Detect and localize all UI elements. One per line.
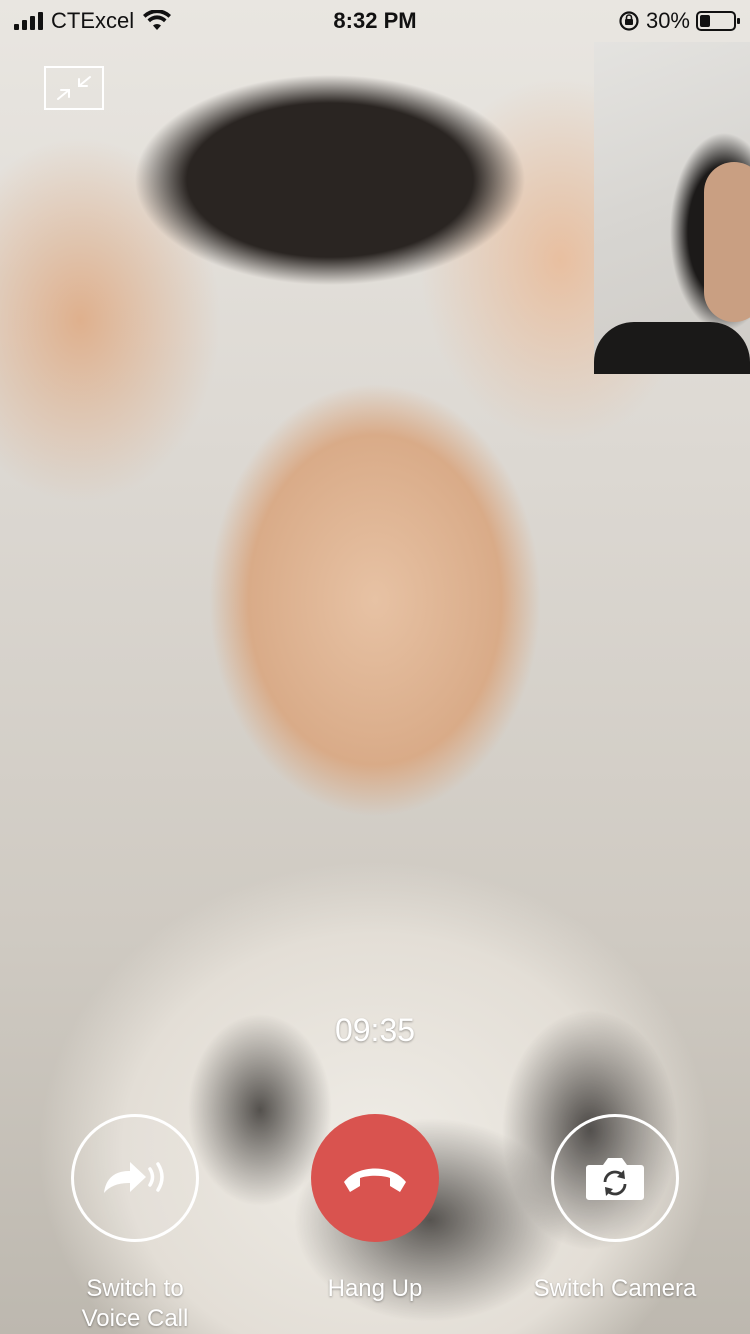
hang-up-label: Hang Up	[327, 1275, 423, 1302]
switch-camera-icon	[586, 1158, 644, 1200]
switch-to-voice-label: Switch to Voice Call	[81, 1275, 189, 1332]
self-view-video[interactable]	[594, 42, 750, 374]
battery-percent: 30%	[645, 8, 690, 33]
self-view-face	[704, 162, 750, 322]
battery-level	[700, 15, 710, 27]
hang-up-button[interactable]	[311, 1114, 439, 1242]
battery-icon	[696, 11, 740, 31]
switch-camera-label: Switch Camera	[533, 1275, 697, 1302]
switch-camera-button[interactable]	[551, 1114, 679, 1242]
self-view-shoulder	[594, 322, 750, 374]
orientation-lock-icon	[619, 11, 639, 31]
phone-hangup-icon	[344, 1168, 406, 1192]
voice-call-icon	[104, 1162, 164, 1193]
call-duration: 09:35	[334, 1012, 416, 1048]
minimize-icon	[57, 76, 91, 100]
status-bar: CTExcel 8:32 PM 30%	[0, 0, 750, 40]
minimize-button[interactable]	[44, 66, 104, 110]
switch-to-voice-button[interactable]	[71, 1114, 199, 1242]
